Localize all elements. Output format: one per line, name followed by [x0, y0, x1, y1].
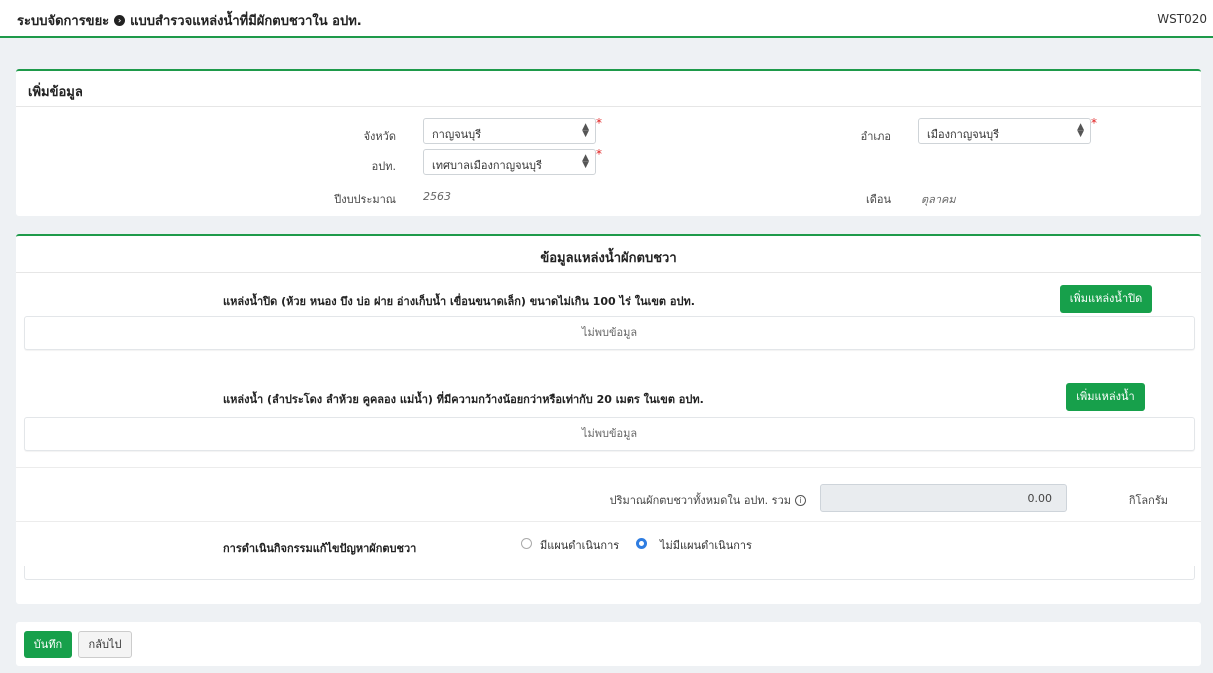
form-title: แบบสำรวจแหล่งน้ำที่มีผักตบชวาใน อปท.: [130, 14, 362, 29]
select-arrows-icon: ▲ ▼: [582, 122, 589, 139]
lao-value: เทศบาลเมืองกาญจนบุรี: [432, 159, 542, 172]
top-header: ระบบจัดการขยะ › แบบสำรวจแหล่งน้ำที่มีผัก…: [0, 0, 1213, 38]
water-source-card: ข้อมูลแหล่งน้ำผักตบชวา แหล่งน้ำปิด (ห้วย…: [16, 234, 1201, 604]
select-arrows-icon: ▲ ▼: [1077, 122, 1084, 139]
month-label: เดือน: [865, 193, 891, 206]
open-water-empty: ไม่พบข้อมูล: [24, 417, 1195, 451]
radio-plan-label[interactable]: มีแผนดำเนินการ: [540, 536, 619, 554]
chevron-circle-icon: ›: [114, 15, 126, 26]
province-value: กาญจนบุรี: [432, 128, 482, 141]
district-value: เมืองกาญจนบุรี: [927, 128, 1000, 141]
month-value: ตุลาคม: [921, 193, 956, 206]
province-label: จังหวัด: [363, 130, 396, 143]
lao-label: อปท.: [371, 160, 396, 173]
activity-label: การดำเนินกิจกรรมแก้ไขปัญหาผักตบชวา: [223, 542, 417, 555]
radio-no-plan-label[interactable]: ไม่มีแผนดำเนินการ: [660, 536, 752, 554]
total-amount-field: 0.00: [820, 484, 1067, 512]
district-label: อำเภอ: [860, 130, 891, 143]
radio-plan[interactable]: [521, 538, 532, 549]
add-info-title: เพิ่มข้อมูล: [16, 71, 1201, 107]
divider: [16, 467, 1201, 468]
activity-panel: [24, 566, 1195, 580]
fiscal-year-value: 2563: [423, 190, 451, 203]
open-water-title: แหล่งน้ำ (ลำประโดง ลำห้วย คูคลอง แม่น้ำ)…: [223, 393, 704, 406]
total-amount-unit: กิโลกรัม: [1128, 494, 1168, 507]
closed-water-empty: ไม่พบข้อมูล: [24, 316, 1195, 350]
select-arrows-icon: ▲ ▼: [582, 153, 589, 170]
info-circle-icon: i: [795, 494, 806, 506]
required-marker: *: [1091, 116, 1097, 130]
back-button[interactable]: กลับไป: [78, 631, 132, 658]
page-title: ระบบจัดการขยะ › แบบสำรวจแหล่งน้ำที่มีผัก…: [17, 10, 362, 31]
radio-no-plan[interactable]: [636, 538, 647, 549]
fiscal-year-label: ปีงบประมาณ: [334, 193, 396, 206]
add-closed-water-button[interactable]: เพิ่มแหล่งน้ำปิด: [1060, 285, 1152, 313]
required-marker: *: [596, 116, 602, 130]
add-open-water-button[interactable]: เพิ่มแหล่งน้ำ: [1066, 383, 1145, 411]
footer-actions: บันทึก กลับไป: [16, 622, 1201, 666]
district-select[interactable]: เมืองกาญจนบุรี ▲ ▼: [918, 118, 1091, 144]
divider: [16, 521, 1201, 522]
save-button[interactable]: บันทึก: [24, 631, 72, 658]
water-source-title: ข้อมูลแหล่งน้ำผักตบชวา: [16, 236, 1201, 273]
form-code: WST020: [1157, 12, 1207, 26]
province-select[interactable]: กาญจนบุรี ▲ ▼: [423, 118, 596, 144]
closed-water-title: แหล่งน้ำปิด (ห้วย หนอง บึง บ่อ ฝาย อ่างเ…: [223, 295, 695, 308]
total-amount-text: ปริมาณผักตบชวาทั้งหมดใน อปท. รวม: [609, 494, 791, 507]
add-info-card: เพิ่มข้อมูล จังหวัด กาญจนบุรี ▲ ▼ * อำเภอ…: [16, 69, 1201, 216]
system-name: ระบบจัดการขยะ: [17, 14, 110, 29]
required-marker: *: [596, 147, 602, 161]
lao-select[interactable]: เทศบาลเมืองกาญจนบุรี ▲ ▼: [423, 149, 596, 175]
total-amount-label: ปริมาณผักตบชวาทั้งหมดใน อปท. รวม i: [536, 491, 806, 509]
